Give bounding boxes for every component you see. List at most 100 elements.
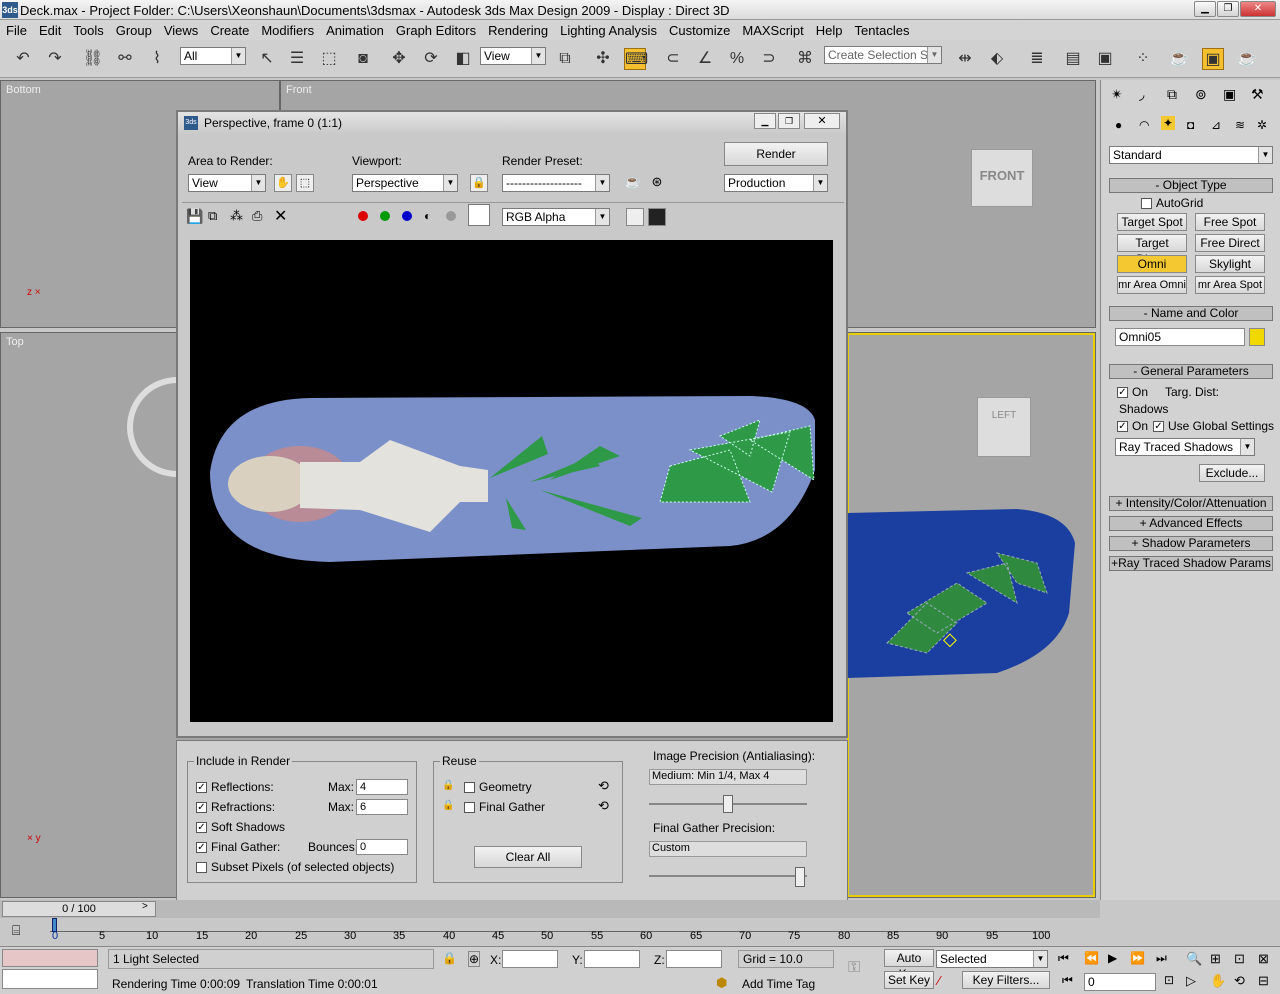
minimize-icon[interactable]: ▁ xyxy=(1194,1,1216,17)
lock-selection-icon[interactable]: 🔒 xyxy=(442,951,457,965)
refractions-max-spinner[interactable]: 6 xyxy=(356,799,408,815)
monochrome-icon[interactable] xyxy=(446,211,456,221)
y-coordinate-input[interactable] xyxy=(584,950,640,968)
snaps-toggle-icon[interactable]: ⊂ xyxy=(662,48,684,70)
render-button[interactable]: Render xyxy=(724,142,828,166)
close-icon[interactable]: ✕ xyxy=(804,113,840,129)
select-by-name-icon[interactable]: ☰ xyxy=(286,48,308,70)
menu-lighting-analysis[interactable]: Lighting Analysis xyxy=(554,23,663,38)
named-selection-set-dropdown[interactable]: Create Selection Set ▼ xyxy=(824,46,942,64)
mr-area-omni-button[interactable]: mr Area Omni xyxy=(1117,276,1187,294)
geometry-icon[interactable]: ● xyxy=(1115,118,1122,132)
target-direct-button[interactable]: Target Direct xyxy=(1117,234,1187,266)
curve-editor-icon[interactable]: ▤ xyxy=(1062,48,1084,70)
render-setup-icon[interactable]: ☕ xyxy=(1168,48,1190,70)
subset-pixels-checkbox[interactable]: Subset Pixels (of selected objects) xyxy=(196,860,394,874)
viewport-label[interactable]: Front xyxy=(286,84,312,96)
copy-icon[interactable]: ⧉ xyxy=(208,208,217,224)
object-name-input[interactable]: Omni05 xyxy=(1115,328,1245,346)
schematic-view-icon[interactable]: ▣ xyxy=(1094,48,1116,70)
cameras-icon[interactable]: ◘ xyxy=(1187,118,1194,132)
shadow-parameters-rollout[interactable]: + Shadow Parameters xyxy=(1109,536,1273,551)
menu-animation[interactable]: Animation xyxy=(320,23,390,38)
motion-tab-icon[interactable]: ⊚ xyxy=(1195,86,1207,103)
window-crossing-icon[interactable]: ◙ xyxy=(352,48,374,70)
final-gather-checkbox[interactable]: ✓ Final Gather: xyxy=(196,840,280,854)
lights-icon[interactable]: ✦ xyxy=(1161,116,1176,130)
name-and-color-rollout[interactable]: - Name and Color xyxy=(1109,306,1273,321)
blue-channel-icon[interactable] xyxy=(402,211,412,221)
zoom-extents-all-icon[interactable]: ⊠ xyxy=(1258,951,1269,967)
display-channel-dropdown[interactable]: RGB Alpha ▼ xyxy=(502,208,610,226)
auto-key-button[interactable]: Auto Key xyxy=(884,949,934,981)
set-key-button[interactable]: Set Key xyxy=(884,971,934,989)
display-tab-icon[interactable]: ▣ xyxy=(1223,86,1236,103)
utilities-tab-icon[interactable]: ⚒ xyxy=(1251,86,1264,103)
track-bar[interactable]: ⌸ 0 5 10 15 20 25 30 35 40 45 50 55 60 6… xyxy=(0,918,1100,946)
align-icon[interactable]: ⬖ xyxy=(986,48,1008,70)
add-time-tag[interactable]: Add Time Tag xyxy=(742,977,815,991)
shadow-type-dropdown[interactable]: Ray Traced Shadows ▼ xyxy=(1115,438,1255,456)
hierarchy-tab-icon[interactable]: ⧉ xyxy=(1167,86,1177,103)
bounces-spinner[interactable]: 0 xyxy=(356,839,408,855)
red-channel-icon[interactable] xyxy=(358,211,368,221)
refresh-icon[interactable]: ⟲ xyxy=(598,778,609,794)
ray-traced-shadow-params-rollout[interactable]: +Ray Traced Shadow Params xyxy=(1109,556,1273,571)
go-to-end-icon[interactable]: ⏭ xyxy=(1156,951,1167,966)
image-precision-slider-thumb[interactable] xyxy=(723,795,733,813)
menu-maxscript[interactable]: MAXScript xyxy=(736,23,809,38)
current-frame-input[interactable]: 0 xyxy=(1084,973,1156,991)
mirror-icon[interactable]: ⇹ xyxy=(954,48,976,70)
menu-edit[interactable]: Edit xyxy=(33,23,67,38)
key-mode-toggle-icon[interactable]: ⏮ xyxy=(1062,973,1073,988)
target-spot-button[interactable]: Target Spot xyxy=(1117,213,1187,231)
reference-coordinate-dropdown[interactable]: View ▼ xyxy=(480,47,546,65)
time-configuration-icon[interactable]: ⊡ xyxy=(1164,973,1174,987)
save-icon[interactable]: 💾 xyxy=(186,208,203,225)
minimize-icon[interactable]: ▁ xyxy=(754,113,776,129)
edit-named-selection-icon[interactable]: ⌘ xyxy=(794,48,816,70)
viewcube-icon[interactable]: FRONT xyxy=(971,149,1033,207)
zoom-icon[interactable]: 🔍 xyxy=(1186,951,1202,967)
pan-icon[interactable]: ✋ xyxy=(1210,973,1226,989)
zoom-extents-icon[interactable]: ⊡ xyxy=(1234,951,1245,967)
reflections-checkbox[interactable]: ✓ Reflections: xyxy=(196,780,274,794)
maximize-icon[interactable]: ❐ xyxy=(778,113,800,129)
reuse-final-gather-checkbox[interactable]: Final Gather xyxy=(464,800,545,814)
z-coordinate-input[interactable] xyxy=(666,950,722,968)
menu-help[interactable]: Help xyxy=(810,23,849,38)
next-frame-icon[interactable]: ⏩ xyxy=(1130,951,1145,965)
environment-effects-icon[interactable]: ⊛ xyxy=(648,174,666,192)
viewcube-icon[interactable]: LEFT xyxy=(977,397,1031,457)
intensity-rollout[interactable]: + Intensity/Color/Attenuation xyxy=(1109,496,1273,511)
autogrid-checkbox[interactable]: AutoGrid xyxy=(1141,196,1203,210)
menu-tools[interactable]: Tools xyxy=(67,23,109,38)
menu-rendering[interactable]: Rendering xyxy=(482,23,554,38)
unlink-icon[interactable]: ⚯ xyxy=(114,48,136,70)
layer-manager-icon[interactable]: ≣ xyxy=(1026,48,1048,70)
shadows-on-checkbox[interactable]: ✓ On xyxy=(1117,419,1148,433)
maxscript-listener-mini[interactable] xyxy=(2,949,98,967)
menu-group[interactable]: Group xyxy=(110,23,158,38)
print-icon[interactable]: ⎙ xyxy=(252,208,262,224)
exclude-button[interactable]: Exclude... xyxy=(1199,464,1265,482)
rectangular-selection-icon[interactable]: ⬚ xyxy=(318,48,340,70)
refresh-icon[interactable]: ⟲ xyxy=(598,798,609,814)
chevron-right-icon[interactable]: > xyxy=(142,901,148,912)
angle-snap-icon[interactable]: ∠ xyxy=(694,48,716,70)
viewport-label[interactable]: Top xyxy=(6,336,24,348)
render-mode-dropdown[interactable]: Production ▼ xyxy=(724,174,828,192)
shapes-icon[interactable]: ◠ xyxy=(1139,118,1149,132)
reuse-geometry-checkbox[interactable]: Geometry xyxy=(464,780,532,794)
viewport-label[interactable]: Bottom xyxy=(6,84,41,96)
mini-curve-editor-icon[interactable]: ⌸ xyxy=(12,922,20,939)
orbit-icon[interactable]: ⟲ xyxy=(1234,973,1245,989)
menu-customize[interactable]: Customize xyxy=(663,23,736,38)
rendered-frame-window-icon[interactable]: ▣ xyxy=(1202,48,1224,70)
keyboard-shortcut-override-icon[interactable]: ⌨ xyxy=(624,48,648,70)
systems-icon[interactable]: ✲ xyxy=(1257,118,1267,132)
menu-views[interactable]: Views xyxy=(158,23,204,38)
pivot-center-icon[interactable]: ⧉ xyxy=(554,48,576,70)
light-on-checkbox[interactable]: ✓ On xyxy=(1117,385,1148,399)
time-slider[interactable]: 0 / 100 > xyxy=(0,900,1100,918)
